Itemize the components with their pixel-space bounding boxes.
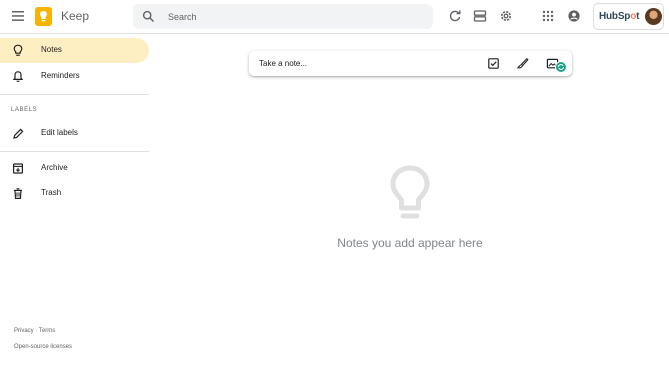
account-circle-icon[interactable] xyxy=(567,9,581,23)
terms-link[interactable]: Terms xyxy=(39,328,55,334)
empty-state-message: Notes you add appear here xyxy=(337,236,483,250)
take-a-note-placeholder: Take a note... xyxy=(259,59,308,68)
open-source-licenses-link[interactable]: Open-source licenses xyxy=(14,344,72,350)
sidebar-item-label: Notes xyxy=(41,45,62,54)
privacy-link[interactable]: Privacy xyxy=(14,328,34,334)
lightbulb-logo-icon xyxy=(40,11,47,22)
sidebar-item-label: Trash xyxy=(41,188,62,197)
search-input[interactable] xyxy=(168,9,418,24)
top-bar: Keep HubSpot xyxy=(0,0,669,34)
hubspot-logo: HubSpot xyxy=(599,11,640,22)
main-menu-button[interactable] xyxy=(8,6,28,26)
sidebar-divider xyxy=(0,151,149,152)
archive-icon xyxy=(13,163,24,174)
extension-status-badge xyxy=(555,61,567,73)
footer-links: Privacy · Terms xyxy=(14,328,55,334)
take-a-note-bar[interactable]: Take a note... xyxy=(249,51,572,76)
sidebar-item-label: Edit labels xyxy=(41,128,78,137)
footer-separator: · xyxy=(35,328,38,334)
search-bar[interactable] xyxy=(133,4,433,29)
apps-grid-icon[interactable] xyxy=(541,9,555,23)
avatar[interactable] xyxy=(645,8,662,25)
sidebar-item-notes[interactable]: Notes xyxy=(0,38,149,63)
new-list-checkbox-icon[interactable] xyxy=(487,57,500,70)
sidebar-divider xyxy=(0,94,149,95)
new-drawing-brush-icon[interactable] xyxy=(516,57,529,70)
labels-section-heading: LABELS xyxy=(11,107,38,113)
list-view-icon[interactable] xyxy=(473,9,487,23)
sidebar-item-label: Archive xyxy=(41,163,68,172)
sync-arrows-icon xyxy=(557,64,565,70)
lightbulb-icon xyxy=(13,44,23,56)
trash-icon xyxy=(14,188,22,199)
search-icon[interactable] xyxy=(142,10,155,23)
refresh-icon[interactable] xyxy=(448,9,462,23)
sidebar-item-trash[interactable]: Trash xyxy=(0,181,149,206)
keep-logo[interactable] xyxy=(35,7,52,26)
sidebar-item-edit-labels[interactable]: Edit labels xyxy=(0,121,149,146)
sidebar-item-reminders[interactable]: Reminders xyxy=(0,64,149,89)
pencil-icon xyxy=(13,128,24,139)
hubspot-account-switcher[interactable]: HubSpot xyxy=(593,3,664,30)
settings-gear-icon[interactable] xyxy=(499,9,513,23)
hamburger-menu-icon xyxy=(12,11,24,21)
sidebar-item-label: Reminders xyxy=(41,71,80,80)
app-title: Keep xyxy=(61,9,90,23)
empty-notes-lightbulb-icon xyxy=(390,165,430,219)
sidebar-item-archive[interactable]: Archive xyxy=(0,156,149,181)
sidebar: Notes Reminders LABELS Edit labels Archi… xyxy=(0,35,150,368)
bell-icon xyxy=(12,71,24,82)
